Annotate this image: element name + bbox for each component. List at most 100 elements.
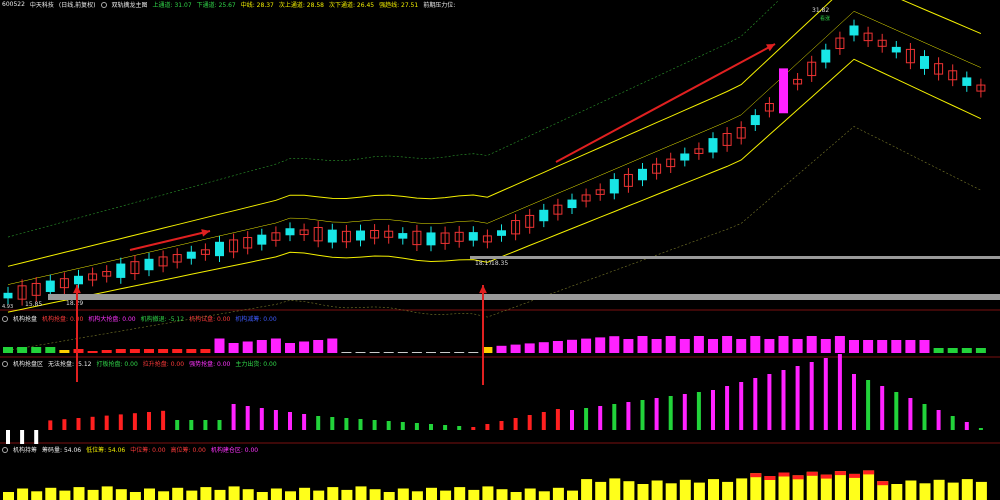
panel2-bar <box>358 419 363 430</box>
panel3-bar-top <box>849 473 860 478</box>
panel2-bar <box>20 430 25 444</box>
panel2-bar <box>90 416 95 430</box>
panel3-bar <box>45 487 57 500</box>
panel2-bar <box>203 420 208 430</box>
panel2-bar <box>654 398 659 430</box>
panel1-bar <box>411 352 422 353</box>
panel3-bar <box>3 492 14 500</box>
candle-body <box>426 232 436 246</box>
left-price-annotation: 18.29 <box>66 300 83 307</box>
panel3-bar <box>651 480 663 500</box>
candle-body <box>567 199 577 209</box>
panel3-bar <box>17 488 29 500</box>
panel2-bar <box>555 409 560 430</box>
panel2-bar <box>259 408 264 430</box>
panel2-bar <box>76 418 81 430</box>
panel3-bar <box>778 472 790 500</box>
panel3-bar <box>581 479 593 500</box>
panel2-bar <box>950 416 955 430</box>
panel3-bar-top <box>877 481 889 486</box>
panel1-bar <box>158 349 169 353</box>
panel2-bar <box>344 418 349 430</box>
panel1-bar <box>778 336 789 353</box>
panel3-bar <box>947 482 959 500</box>
panel2-bar <box>696 392 701 430</box>
panel2-bar <box>527 415 532 430</box>
panel3-bar <box>355 486 367 500</box>
panel1-scale-label: 4.93 <box>2 304 13 310</box>
panel1-bar <box>101 350 112 353</box>
panel3-bar <box>411 491 423 500</box>
chart-canvas[interactable]: 31.82 15.85 18.29 18.1718.35 看涨 4.93 <box>0 0 1000 500</box>
candle-body <box>609 179 619 194</box>
panel3-bar <box>129 492 141 500</box>
panel1-bar <box>87 351 98 353</box>
panel2-bar <box>570 410 574 430</box>
panel3-bar <box>891 484 903 500</box>
panel2-bar <box>612 404 617 430</box>
panel3-bar-top <box>820 474 832 479</box>
panel2-bar <box>330 417 335 430</box>
panel1-bar <box>496 345 507 353</box>
panel1-bar <box>595 337 606 353</box>
panel2-bar <box>104 415 109 430</box>
support-bar <box>48 294 1000 300</box>
mid-price-annotation-b: 18.35 <box>491 260 508 267</box>
panel3-bar <box>919 483 931 500</box>
candle-body <box>74 275 83 285</box>
panel2-bar <box>217 420 222 430</box>
panel3-bar <box>158 491 170 500</box>
candle-body <box>779 68 788 114</box>
panel3-bar-top <box>863 470 875 475</box>
panel2-bar <box>908 398 913 430</box>
panel3-bar <box>806 471 818 500</box>
panel3-bar <box>496 489 508 500</box>
panel3-bar <box>228 486 240 500</box>
panel3-bar <box>482 486 494 500</box>
panel1-bar <box>820 339 831 353</box>
panel2-bar <box>922 404 927 430</box>
panel2-bar <box>668 396 673 430</box>
panel3-bar <box>693 482 705 500</box>
panel1-bar <box>383 352 394 353</box>
panel3-bar <box>115 489 127 500</box>
panel1-bar <box>327 338 338 353</box>
panel3-bar <box>933 479 945 500</box>
panel2-bar <box>316 416 321 430</box>
panel2-bar <box>880 386 885 430</box>
buy-arrow-2-head <box>479 285 487 294</box>
panel1-bar <box>440 352 451 353</box>
panel3-bar <box>440 490 452 500</box>
panel2-bar <box>118 414 123 430</box>
panel1-bar <box>863 340 874 353</box>
panel1-bar <box>792 339 803 353</box>
panel3-bar <box>708 479 719 500</box>
panel1-bar <box>961 348 972 353</box>
panel1-bar <box>764 339 775 353</box>
panel3-bar <box>313 490 325 500</box>
panel1-bar <box>369 352 380 353</box>
panel2-bar <box>132 413 137 430</box>
trend-arrow-1-head <box>201 229 210 237</box>
panel1-bar <box>3 347 13 353</box>
panel2-bar <box>852 374 856 430</box>
panel3-bar <box>31 491 43 500</box>
panel3-bar <box>524 488 536 500</box>
panel3-bar <box>369 489 381 500</box>
panel1-bar <box>397 352 408 353</box>
panel1-bar <box>933 348 944 353</box>
panel1-bar <box>665 336 676 353</box>
panel3-bar <box>59 490 71 500</box>
panel3-bar <box>722 481 734 500</box>
panel1-bar <box>242 341 253 353</box>
panel1-bar <box>228 343 239 353</box>
panel3-bar <box>101 486 113 500</box>
panel2-bar <box>837 354 842 430</box>
panel1-bar <box>552 341 563 353</box>
candle-body <box>962 77 972 86</box>
panel2-bar <box>161 410 166 430</box>
panel1-bar <box>722 336 733 353</box>
panel3-bar <box>538 491 550 500</box>
panel1-bar <box>567 339 577 353</box>
panel2-bar <box>288 412 292 430</box>
